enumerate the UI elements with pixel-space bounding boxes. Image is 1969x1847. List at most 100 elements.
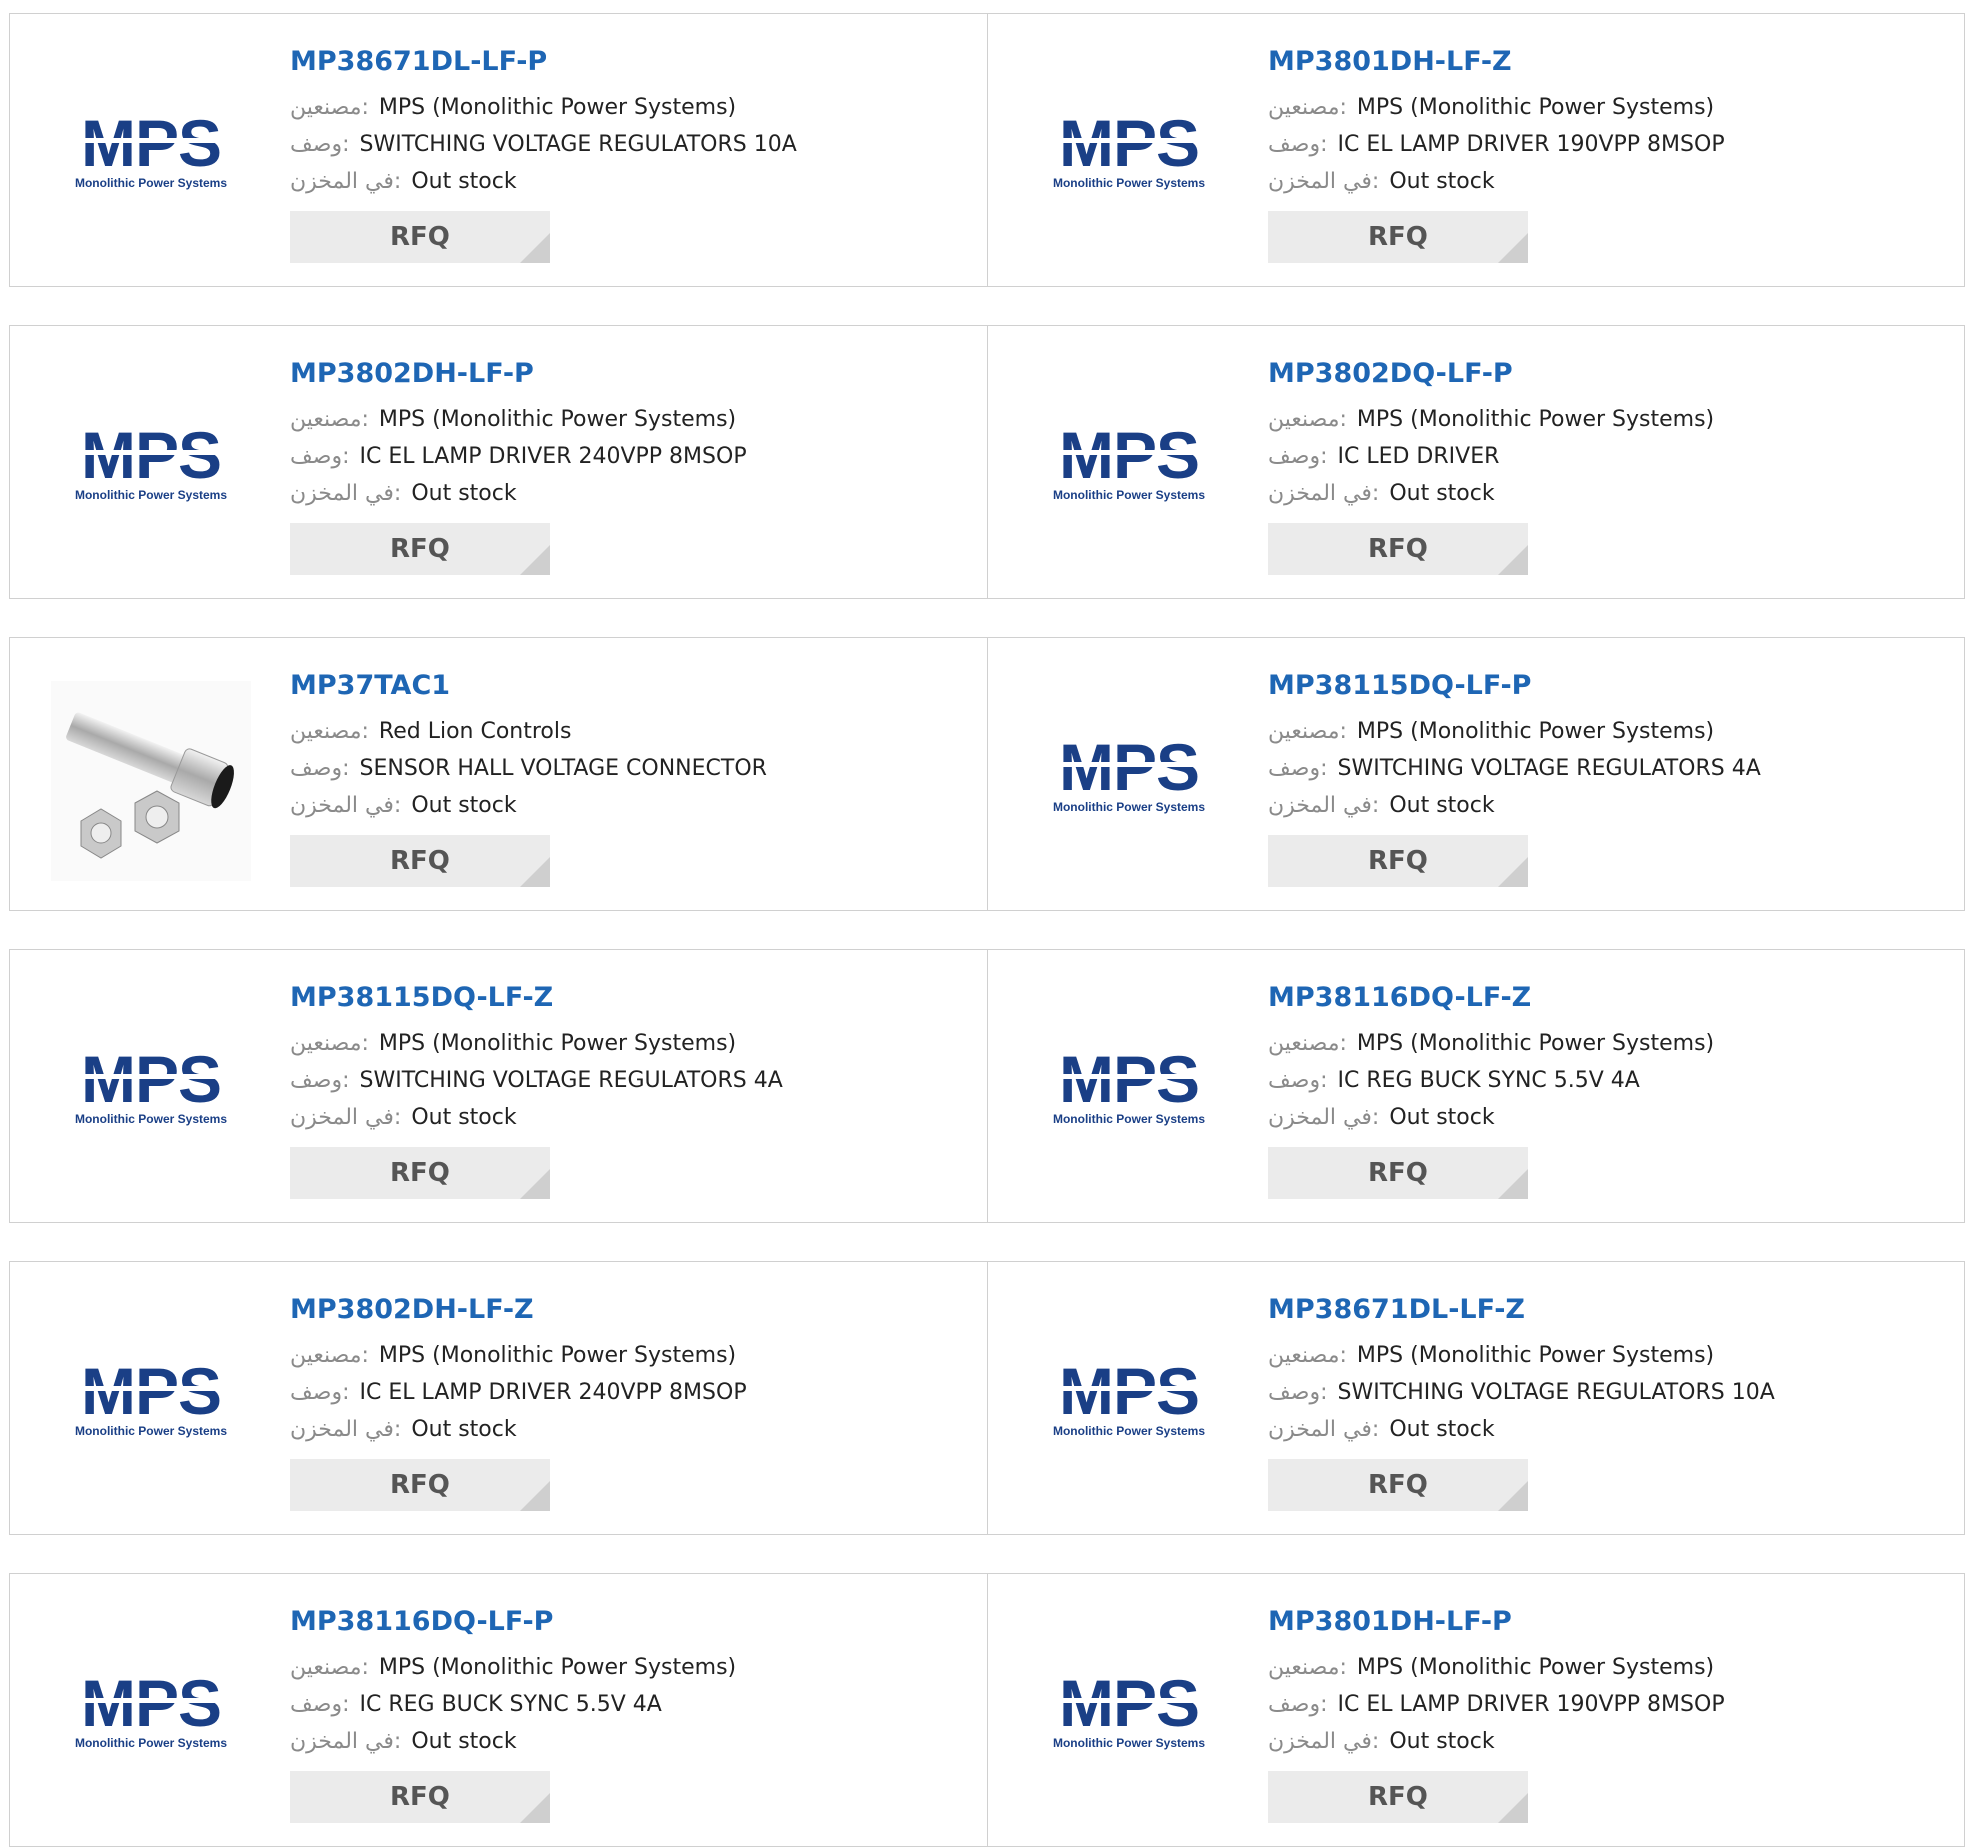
rfq-corner-triangle: [1498, 545, 1528, 575]
manufacturer-value: MPS (Monolithic Power Systems): [1356, 719, 1715, 744]
part-number-link[interactable]: MP3801DH-LF-Z: [1268, 44, 1725, 80]
stock-row: في المخزن: Out stock: [290, 1099, 783, 1136]
rfq-button[interactable]: RFQ: [1268, 1771, 1528, 1823]
product-card: MPS Monolithic Power Systems MP38116DQ-LF…: [10, 1574, 987, 1846]
product-row: MPS Monolithic Power Systems MP3802DH-LF-…: [9, 1261, 1965, 1535]
rfq-corner-triangle: [520, 1169, 550, 1199]
rfq-label: RFQ: [390, 846, 450, 876]
product-card: MPS Monolithic Power Systems MP3801DH-LF-…: [987, 1574, 1964, 1846]
product-card: MPS Monolithic Power Systems MP3802DH-LF-…: [10, 326, 987, 598]
part-number-link[interactable]: MP3801DH-LF-P: [1268, 1604, 1725, 1640]
manufacturer-label: مصنعين:: [290, 95, 369, 120]
mps-logo-image[interactable]: MPS Monolithic Power Systems: [51, 106, 251, 194]
manufacturer-value: MPS (Monolithic Power Systems): [1356, 1343, 1715, 1368]
mps-logo-image[interactable]: MPS Monolithic Power Systems: [51, 1354, 251, 1442]
stock-label: في المخزن:: [1268, 793, 1380, 818]
stock-row: في المخزن: Out stock: [1268, 1723, 1725, 1760]
mps-logo-image[interactable]: MPS Monolithic Power Systems: [51, 1042, 251, 1130]
mps-logo-image[interactable]: MPS Monolithic Power Systems: [1029, 1042, 1229, 1130]
description-label: وصف:: [1268, 1692, 1328, 1717]
stock-label: في المخزن:: [1268, 481, 1380, 506]
logo-tagline-text: Monolithic Power Systems: [1053, 1112, 1205, 1126]
part-number-link[interactable]: MP38671DL-LF-Z: [1268, 1292, 1775, 1328]
mps-logo-image[interactable]: MPS Monolithic Power Systems: [1029, 418, 1229, 506]
stock-label: في المخزن:: [1268, 169, 1380, 194]
rfq-label: RFQ: [1368, 846, 1428, 876]
manufacturer-row: مصنعين: MPS (Monolithic Power Systems): [1268, 1337, 1775, 1374]
product-card: MPS Monolithic Power Systems MP3802DH-LF-…: [10, 1262, 987, 1534]
part-number-link[interactable]: MP38671DL-LF-P: [290, 44, 797, 80]
rfq-button[interactable]: RFQ: [290, 211, 550, 263]
mps-logo-image[interactable]: MPS Monolithic Power Systems: [1029, 730, 1229, 818]
logo-brand-text: MPS: [81, 426, 221, 492]
mps-logo-image[interactable]: MPS Monolithic Power Systems: [51, 418, 251, 506]
stock-value: Out stock: [411, 1729, 517, 1754]
mps-logo-image[interactable]: MPS Monolithic Power Systems: [1029, 1354, 1229, 1442]
description-row: وصف: SWITCHING VOLTAGE REGULATORS 10A: [1268, 1374, 1775, 1411]
stock-value: Out stock: [1389, 481, 1495, 506]
stock-label: في المخزن:: [1268, 1729, 1380, 1754]
sensor-photo-image[interactable]: [51, 681, 251, 881]
manufacturer-row: مصنعين: MPS (Monolithic Power Systems): [1268, 1649, 1725, 1686]
rfq-button[interactable]: RFQ: [290, 1771, 550, 1823]
part-number-link[interactable]: MP3802DH-LF-P: [290, 356, 747, 392]
manufacturer-label: مصنعين:: [1268, 1343, 1347, 1368]
product-card: MPS Monolithic Power Systems MP3802DQ-LF-…: [987, 326, 1964, 598]
rfq-button[interactable]: RFQ: [290, 835, 550, 887]
part-number-link[interactable]: MP37TAC1: [290, 668, 767, 704]
stock-value: Out stock: [1389, 1417, 1495, 1442]
description-label: وصف:: [290, 1380, 350, 1405]
mps-logo-image[interactable]: MPS Monolithic Power Systems: [51, 1666, 251, 1754]
rfq-corner-triangle: [520, 233, 550, 263]
mps-logo-image[interactable]: MPS Monolithic Power Systems: [1029, 106, 1229, 194]
product-row: MP37TAC1 مصنعين: Red Lion Controls وصف: SE…: [9, 637, 1965, 911]
manufacturer-value: MPS (Monolithic Power Systems): [1356, 95, 1715, 120]
description-row: وصف: SWITCHING VOLTAGE REGULATORS 4A: [290, 1062, 783, 1099]
manufacturer-value: MPS (Monolithic Power Systems): [1356, 1655, 1715, 1680]
part-number-link[interactable]: MP3802DQ-LF-P: [1268, 356, 1714, 392]
description-row: وصف: IC EL LAMP DRIVER 240VPP 8MSOP: [290, 438, 747, 475]
logo-brand-text: MPS: [1059, 1674, 1199, 1740]
stock-label: في المخزن:: [290, 481, 402, 506]
rfq-button[interactable]: RFQ: [290, 1147, 550, 1199]
description-label: وصف:: [290, 444, 350, 469]
product-row: MPS Monolithic Power Systems MP38671DL-LF…: [9, 13, 1965, 287]
stock-value: Out stock: [1389, 169, 1495, 194]
description-row: وصف: SENSOR HALL VOLTAGE CONNECTOR: [290, 750, 767, 787]
rfq-button[interactable]: RFQ: [1268, 211, 1528, 263]
stock-label: في المخزن:: [1268, 1417, 1380, 1442]
rfq-button[interactable]: RFQ: [290, 1459, 550, 1511]
manufacturer-row: مصنعين: MPS (Monolithic Power Systems): [290, 1649, 736, 1686]
rfq-button[interactable]: RFQ: [1268, 1147, 1528, 1199]
stock-row: في المخزن: Out stock: [290, 475, 747, 512]
product-card: MPS Monolithic Power Systems MP38115DQ-LF…: [987, 638, 1964, 910]
description-value: IC LED DRIVER: [1337, 444, 1500, 469]
description-row: وصف: IC REG BUCK SYNC 5.5V 4A: [1268, 1062, 1714, 1099]
manufacturer-row: مصنعين: MPS (Monolithic Power Systems): [1268, 713, 1761, 750]
rfq-corner-triangle: [1498, 1793, 1528, 1823]
rfq-corner-triangle: [520, 545, 550, 575]
rfq-button[interactable]: RFQ: [1268, 523, 1528, 575]
rfq-corner-triangle: [520, 1793, 550, 1823]
mps-logo-image[interactable]: MPS Monolithic Power Systems: [1029, 1666, 1229, 1754]
description-label: وصف:: [290, 756, 350, 781]
description-value: IC EL LAMP DRIVER 190VPP 8MSOP: [1337, 1692, 1725, 1717]
rfq-button[interactable]: RFQ: [290, 523, 550, 575]
manufacturer-value: MPS (Monolithic Power Systems): [1356, 1031, 1715, 1056]
product-card: MP37TAC1 مصنعين: Red Lion Controls وصف: SE…: [10, 638, 987, 910]
rfq-button[interactable]: RFQ: [1268, 1459, 1528, 1511]
logo-tagline-text: Monolithic Power Systems: [75, 1424, 227, 1438]
part-number-link[interactable]: MP38116DQ-LF-P: [290, 1604, 736, 1640]
part-number-link[interactable]: MP38116DQ-LF-Z: [1268, 980, 1714, 1016]
description-row: وصف: IC LED DRIVER: [1268, 438, 1714, 475]
description-label: وصف:: [1268, 1380, 1328, 1405]
rfq-label: RFQ: [390, 222, 450, 252]
description-row: وصف: IC EL LAMP DRIVER 190VPP 8MSOP: [1268, 1686, 1725, 1723]
description-value: SENSOR HALL VOLTAGE CONNECTOR: [359, 756, 767, 781]
manufacturer-label: مصنعين:: [290, 407, 369, 432]
part-number-link[interactable]: MP38115DQ-LF-Z: [290, 980, 783, 1016]
part-number-link[interactable]: MP3802DH-LF-Z: [290, 1292, 747, 1328]
rfq-button[interactable]: RFQ: [1268, 835, 1528, 887]
stock-label: في المخزن:: [1268, 1105, 1380, 1130]
part-number-link[interactable]: MP38115DQ-LF-P: [1268, 668, 1761, 704]
